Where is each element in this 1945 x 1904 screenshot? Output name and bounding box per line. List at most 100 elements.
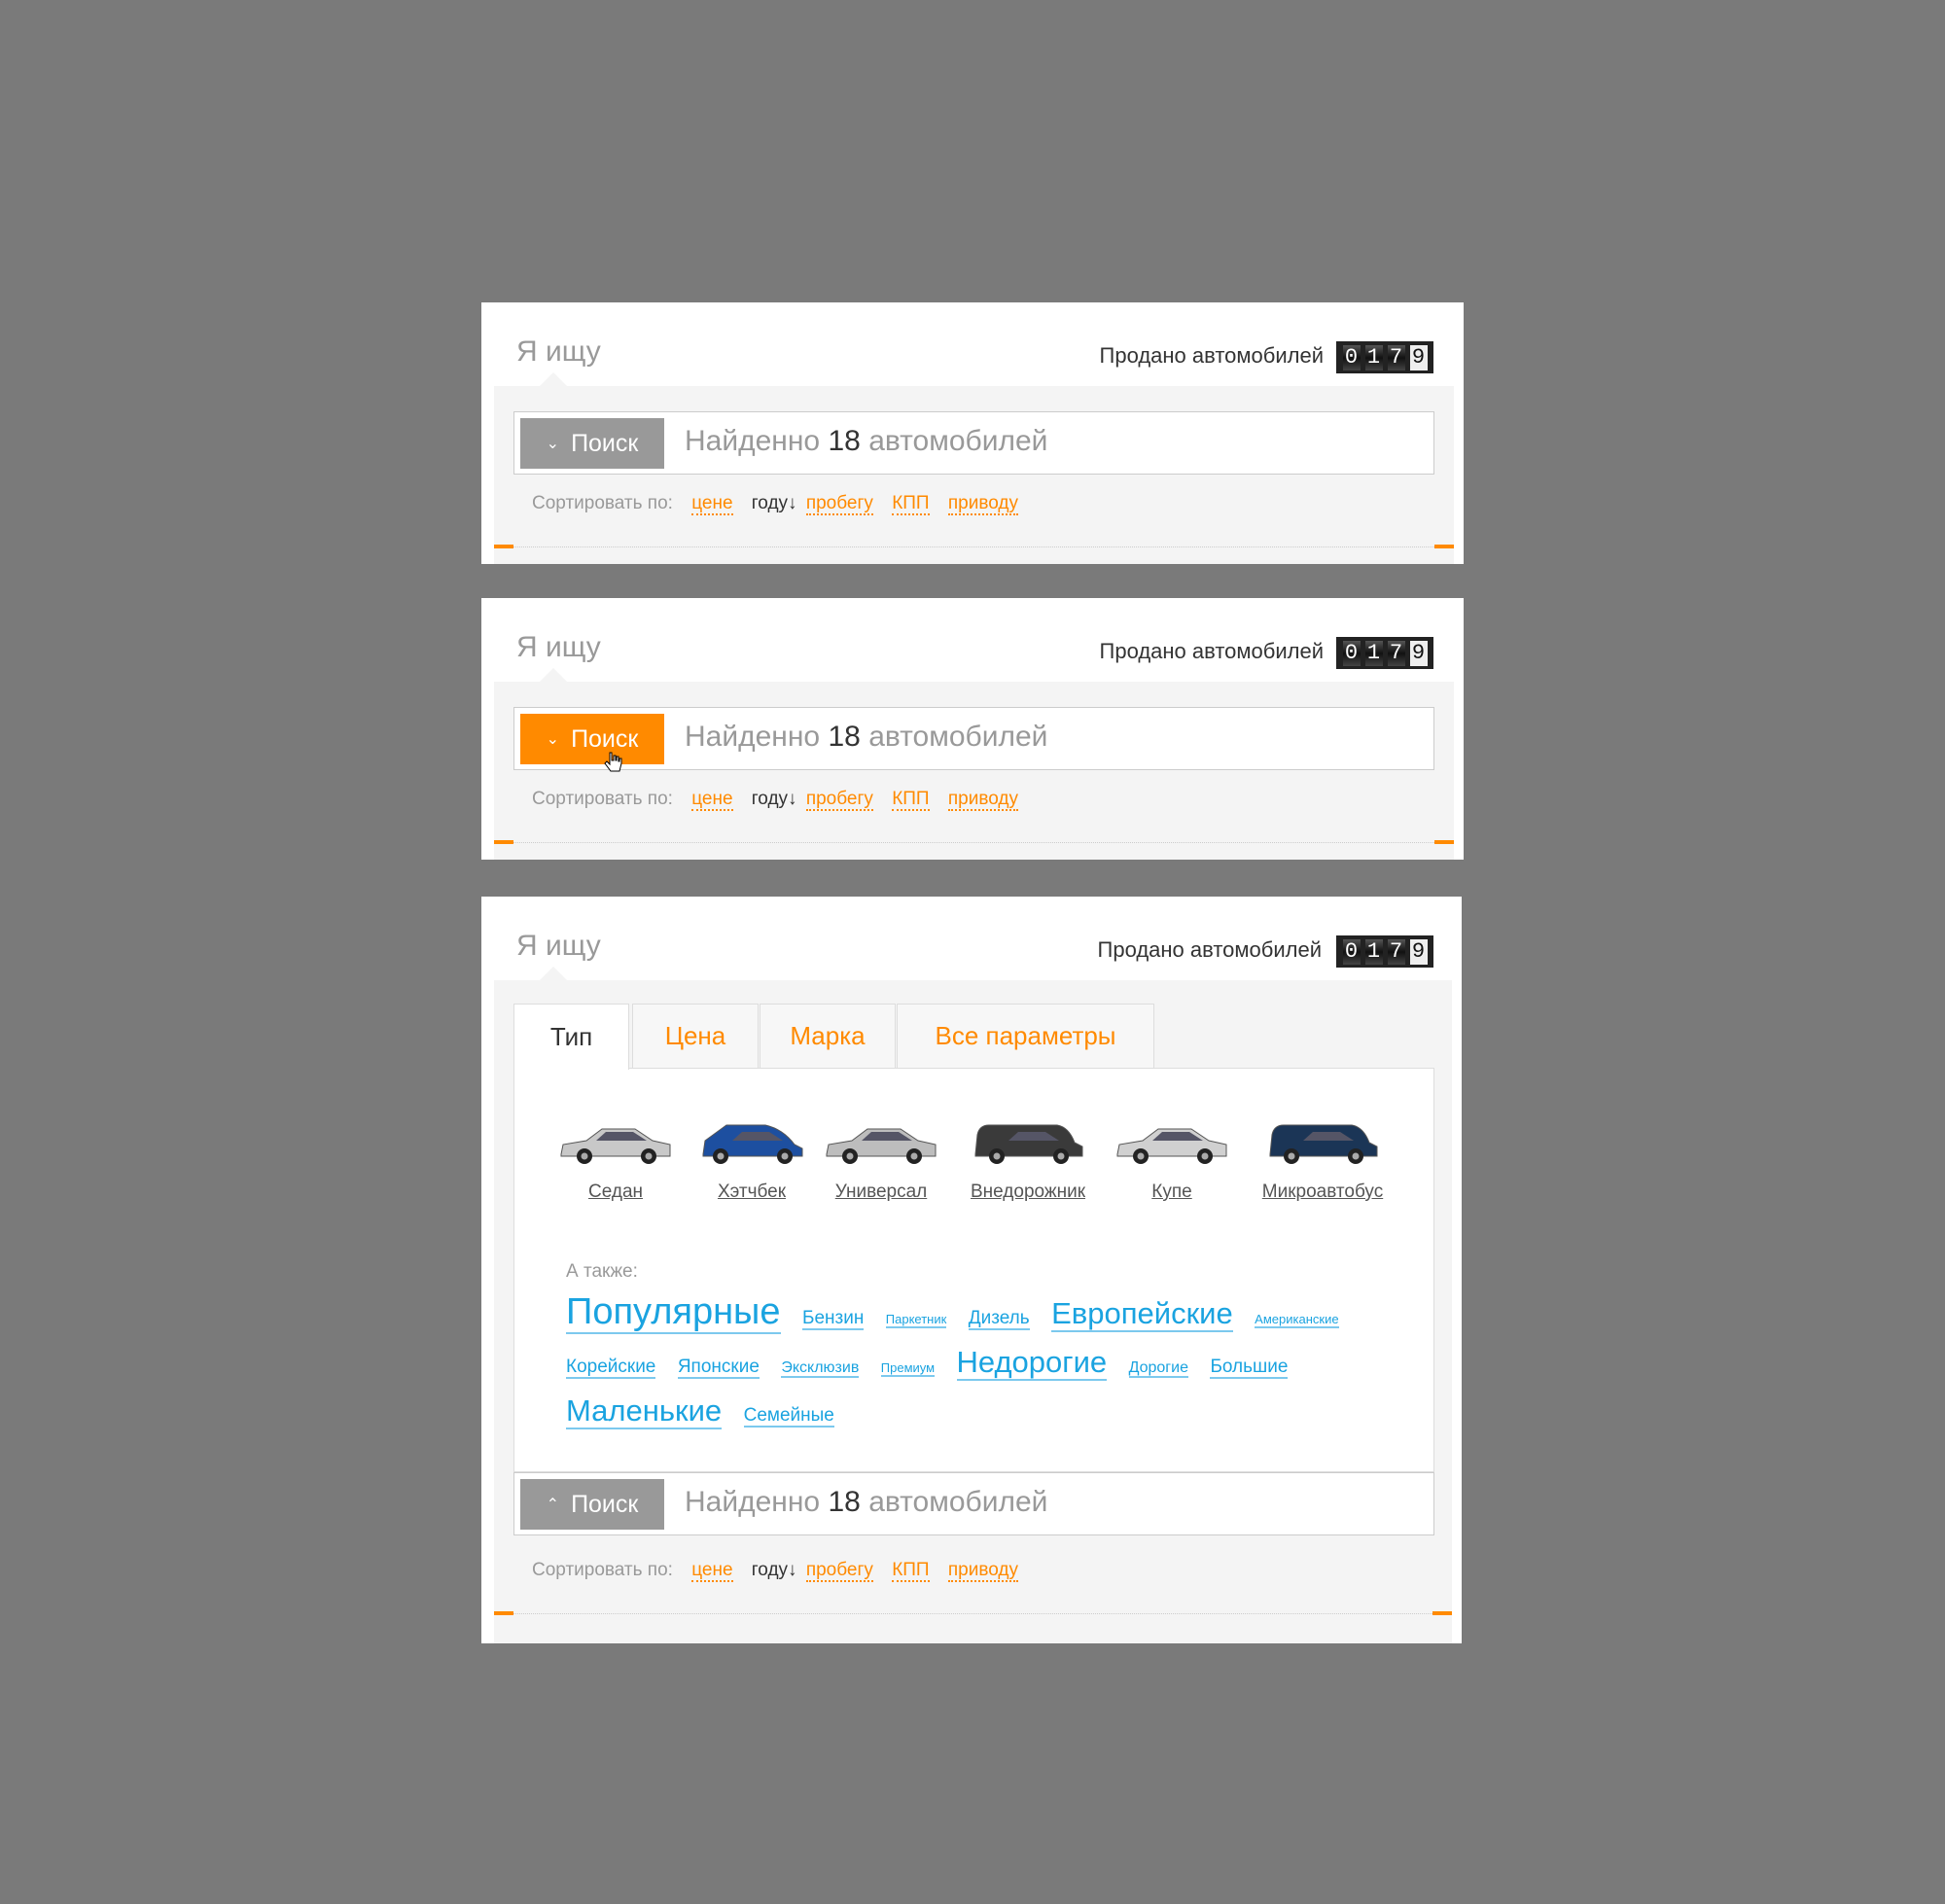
sort-by-drive[interactable]: приводу xyxy=(947,789,1018,811)
tag-link[interactable]: Премиум xyxy=(880,1360,936,1377)
page-title: Я ищу xyxy=(516,930,601,962)
car-type-5[interactable]: Микроавтобус xyxy=(1250,1117,1396,1203)
sort-by-transmission[interactable]: КПП xyxy=(892,493,930,515)
tag-link[interactable]: Корейские xyxy=(566,1357,656,1379)
car-type-label: Хэтчбек xyxy=(717,1181,787,1202)
search-button-label: Поиск xyxy=(571,1490,639,1518)
counter-digit: 9 xyxy=(1409,938,1428,965)
sort-label: Сортировать по: xyxy=(532,493,673,513)
chevron-down-icon: ⌄ xyxy=(546,436,560,452)
sold-label: Продано автомобилей xyxy=(1097,937,1322,962)
tag-link[interactable]: Японские xyxy=(677,1357,760,1379)
found-prefix: Найденно xyxy=(685,721,821,753)
sort-year-label: году xyxy=(751,493,789,513)
accent-dash xyxy=(494,545,513,548)
search-toggle-button[interactable]: ⌃ Поиск xyxy=(520,1479,664,1530)
search-toggle-button[interactable]: ⌄ Поиск xyxy=(520,418,664,469)
tag-cloud: Популярные Бензин Паркетник Дизель Европ… xyxy=(566,1290,1422,1438)
sold-counter: 0179 xyxy=(1336,637,1433,669)
tag-link[interactable]: Популярные xyxy=(566,1291,781,1334)
page-title: Я ищу xyxy=(516,631,601,663)
counter-digit: 9 xyxy=(1409,344,1428,370)
car-type-label: Микроавтобус xyxy=(1261,1181,1384,1202)
tag-link[interactable]: Семейные xyxy=(743,1405,834,1428)
search-toggle-button[interactable]: ⌄ Поиск xyxy=(520,714,664,764)
pointer-arrow xyxy=(540,668,567,682)
found-suffix: автомобилей xyxy=(868,425,1048,457)
sort-by-transmission[interactable]: КПП xyxy=(892,789,930,811)
car-type-label: Универсал xyxy=(834,1181,928,1202)
counter-digit: 7 xyxy=(1387,938,1405,965)
pointer-arrow xyxy=(540,967,567,980)
counter-digit: 0 xyxy=(1342,344,1361,370)
tab-brand[interactable]: Марка xyxy=(760,1004,896,1068)
car-type-3[interactable]: Внедорожник xyxy=(955,1117,1101,1203)
sold-label: Продано автомобилей xyxy=(1099,639,1324,663)
sort-by-price[interactable]: цене xyxy=(691,1560,733,1582)
tag-link[interactable]: Эксклюзив xyxy=(781,1359,860,1378)
car-image-icon xyxy=(702,1124,803,1164)
sort-by-price[interactable]: цене xyxy=(691,493,733,515)
counter-digit: 7 xyxy=(1387,344,1405,370)
tag-link[interactable]: Паркетник xyxy=(885,1312,947,1328)
found-prefix: Найденно xyxy=(685,425,821,457)
tag-link[interactable]: Маленькие xyxy=(566,1393,723,1429)
car-type-4[interactable]: Купе xyxy=(1099,1117,1245,1203)
tag-link[interactable]: Большие xyxy=(1210,1357,1289,1379)
car-type-0[interactable]: Седан xyxy=(543,1117,689,1203)
found-count: 18 xyxy=(828,425,861,457)
sort-by-year-active[interactable]: году↓ xyxy=(752,789,797,809)
sort-by-mileage[interactable]: пробегу xyxy=(805,1560,873,1582)
car-image-icon xyxy=(974,1124,1083,1164)
car-image-icon xyxy=(560,1128,671,1164)
car-type-2[interactable]: Универсал xyxy=(808,1117,954,1203)
sort-row: Сортировать по: цене году↓ пробегу КПП п… xyxy=(532,1560,1018,1582)
car-type-label: Внедорожник xyxy=(970,1181,1086,1202)
sold-counter: 0179 xyxy=(1336,341,1433,373)
sort-by-drive[interactable]: приводу xyxy=(947,493,1018,515)
sort-label: Сортировать по: xyxy=(532,1560,673,1580)
accent-dash xyxy=(1434,840,1454,844)
sort-label: Сортировать по: xyxy=(532,789,673,809)
sort-by-year-active[interactable]: году↓ xyxy=(752,1560,797,1580)
tag-link[interactable]: Недорогие xyxy=(956,1345,1108,1381)
sort-by-mileage[interactable]: пробегу xyxy=(805,493,873,515)
tab-price[interactable]: Цена xyxy=(632,1004,759,1068)
search-bar: ⌃ Поиск Найденно 18 автомобилей xyxy=(513,1472,1434,1535)
sort-by-price[interactable]: цене xyxy=(691,789,733,811)
found-count: 18 xyxy=(828,721,861,753)
accent-dash xyxy=(494,840,513,844)
car-type-1[interactable]: Хэтчбек xyxy=(679,1117,825,1203)
type-tab-content: Седан Хэтчбек Универсал Внедорожник Купе… xyxy=(513,1068,1434,1472)
counter-digit: 1 xyxy=(1364,640,1383,666)
sort-by-year-active[interactable]: году↓ xyxy=(752,493,797,513)
counter-digit: 0 xyxy=(1342,938,1361,965)
accent-dash xyxy=(494,1611,513,1615)
search-button-label: Поиск xyxy=(571,724,639,753)
found-count-text: Найденно 18 автомобилей xyxy=(685,721,1047,754)
sold-label: Продано автомобилей xyxy=(1099,343,1324,368)
sold-counter: 0179 xyxy=(1336,935,1433,968)
sort-row: Сортировать по: цене году↓ пробегу КПП п… xyxy=(532,789,1018,811)
sort-by-transmission[interactable]: КПП xyxy=(892,1560,930,1582)
tag-link[interactable]: Дорогие xyxy=(1128,1359,1188,1378)
counter-digit: 7 xyxy=(1387,640,1405,666)
found-count-text: Найденно 18 автомобилей xyxy=(685,425,1047,458)
tag-link[interactable]: Американские xyxy=(1255,1312,1339,1328)
tab-type[interactable]: Тип xyxy=(513,1004,629,1070)
sort-by-drive[interactable]: приводу xyxy=(947,1560,1018,1582)
accent-dash xyxy=(1434,545,1454,548)
hand-cursor-icon xyxy=(604,752,622,772)
tag-link[interactable]: Европейские xyxy=(1051,1296,1233,1332)
tab-all-params[interactable]: Все параметры xyxy=(897,1004,1154,1068)
tag-link[interactable]: Дизель xyxy=(968,1308,1030,1330)
counter-digit: 9 xyxy=(1409,640,1428,666)
sort-by-mileage[interactable]: пробегу xyxy=(805,789,873,811)
car-image-icon xyxy=(826,1128,937,1164)
accent-dash xyxy=(1432,1611,1452,1615)
counter-digit: 1 xyxy=(1364,344,1383,370)
divider xyxy=(494,840,1454,844)
sort-year-label: году xyxy=(751,1560,789,1580)
arrow-down-icon: ↓ xyxy=(788,1560,797,1580)
tag-link[interactable]: Бензин xyxy=(801,1308,865,1330)
